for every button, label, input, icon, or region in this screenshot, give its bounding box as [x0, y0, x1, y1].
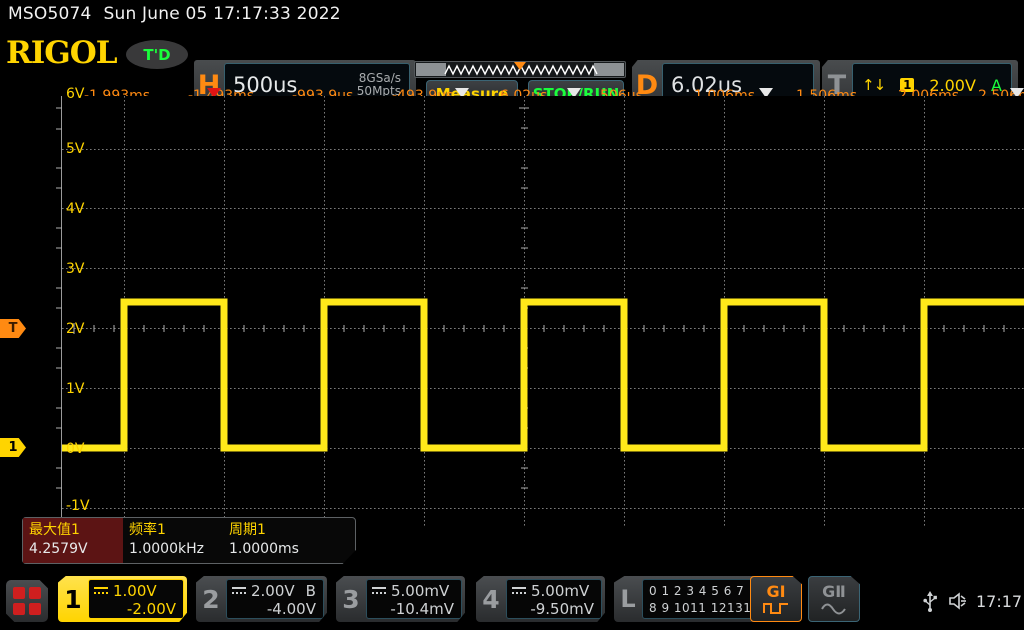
channel-3-readout[interactable]: 5.00mV -10.4mV — [366, 579, 462, 619]
channel-4-number: 4 — [482, 584, 500, 614]
generator-1-label: GⅠ — [766, 581, 786, 601]
channel-3-offset: -10.4mV — [390, 600, 454, 618]
channel-1-readout[interactable]: 1.00V -2.00V — [88, 579, 184, 619]
channel-4-offset: -9.50mV — [530, 600, 594, 618]
dc-coupling-icon — [94, 586, 108, 596]
channel-button-1[interactable]: 1 1.00V -2.00V — [58, 576, 187, 622]
channel-3-number: 3 — [342, 584, 360, 614]
menu-grid-icon — [13, 603, 25, 615]
measurement-item-max[interactable]: 最大值1 4.2579V — [23, 518, 123, 563]
volt-label-4v: 4V — [66, 201, 85, 217]
measurement-period-value: 1.0000ms — [229, 540, 299, 557]
voltage-axis-ticks — [56, 107, 62, 489]
channel-4-scale: 5.00mV — [531, 582, 590, 600]
volt-label-2v: 2V — [66, 321, 85, 337]
channel-2-number: 2 — [202, 584, 220, 614]
menu-grid-icon — [29, 603, 41, 615]
channel-1-number: 1 — [64, 584, 82, 614]
bottom-bar: 1 1.00V -2.00V 2 2.00V B -4.00V 3 5.00mV… — [0, 572, 1024, 630]
square-wave-icon — [763, 602, 788, 614]
channel-1-offset: -2.00V — [126, 600, 176, 618]
waveform-display[interactable] — [62, 96, 1024, 526]
logic-analyzer-tag: L — [620, 585, 636, 613]
volt-label-0v: 0V — [66, 441, 85, 457]
channel-2-bandwidth-limit: B — [305, 582, 316, 600]
channel-button-4[interactable]: 4 5.00mV -9.50mV — [476, 576, 605, 622]
sine-wave-icon — [821, 603, 846, 614]
usb-status-icon — [922, 572, 938, 630]
channel-2-offset: -4.00V — [266, 600, 316, 618]
trigger-status-badge: T'D — [126, 40, 188, 69]
measurement-max-value: 4.2579V — [29, 540, 88, 557]
channel-button-3[interactable]: 3 5.00mV -10.4mV — [336, 576, 465, 622]
volt-label-neg1v: -1V — [66, 498, 90, 514]
toolbar: RIGOL T'D H 500us 8GSa/s 50Mpts Measure … — [0, 28, 1024, 110]
trigger-status-label: T'D — [143, 45, 171, 64]
trigger-level-marker[interactable]: T — [0, 319, 26, 338]
instrument-model: MSO5074 — [8, 4, 92, 24]
channel-button-2[interactable]: 2 2.00V B -4.00V — [196, 576, 327, 622]
dc-coupling-icon — [232, 586, 246, 596]
channel1-waveform — [62, 298, 1024, 452]
channel-2-readout[interactable]: 2.00V B -4.00V — [226, 579, 324, 619]
system-datetime: Sun June 05 17:17:33 2022 — [103, 4, 341, 24]
channel1-offset-marker-label: 1 — [8, 440, 18, 455]
channel-4-readout[interactable]: 5.00mV -9.50mV — [506, 579, 602, 619]
measurement-period-label: 周期1 — [229, 522, 266, 538]
generator-2-label: GⅡ — [822, 581, 846, 601]
volt-label-6v: 6V — [66, 86, 85, 102]
menu-grid-icon — [29, 587, 41, 599]
generator-1-button[interactable]: GⅠ — [750, 576, 802, 622]
function-menu-button[interactable] — [6, 580, 48, 622]
measurement-frequency-value: 1.0000kHz — [129, 540, 204, 557]
titlebar: MSO5074 Sun June 05 17:17:33 2022 — [0, 0, 1024, 28]
volt-label-1v: 1V — [66, 381, 85, 397]
measurement-panel[interactable]: 最大值1 4.2579V 频率1 1.0000kHz 周期1 1.0000ms — [22, 517, 356, 564]
waveform-overview-strip[interactable] — [414, 61, 626, 78]
channel-2-scale: 2.00V — [251, 582, 295, 600]
sound-muted-icon[interactable] — [948, 572, 970, 630]
menu-grid-icon — [13, 587, 25, 599]
status-clock: 17:17 — [976, 591, 1023, 611]
channel-3-scale: 5.00mV — [391, 582, 450, 600]
volt-label-3v: 3V — [66, 261, 85, 277]
dc-coupling-icon — [512, 586, 526, 596]
rigol-logo: RIGOL — [6, 35, 118, 71]
sample-rate: 8GSa/s — [358, 70, 401, 85]
channel-1-scale: 1.00V — [113, 582, 157, 600]
measurement-max-label: 最大值1 — [29, 522, 80, 538]
overview-trigger-marker-icon — [514, 62, 526, 70]
trigger-slope-icon: ↑↓ — [862, 76, 886, 94]
measurement-item-frequency[interactable]: 频率1 1.0000kHz — [123, 518, 223, 563]
graticule — [62, 96, 1024, 526]
trigger-level-marker-label: T — [8, 321, 18, 336]
channel1-offset-marker[interactable]: 1 — [0, 438, 26, 457]
volt-label-5v: 5V — [66, 141, 85, 157]
measurement-item-period[interactable]: 周期1 1.0000ms — [223, 518, 323, 563]
measurement-frequency-label: 频率1 — [129, 522, 166, 538]
dc-coupling-icon — [372, 586, 386, 596]
generator-2-button[interactable]: GⅡ — [808, 576, 860, 622]
